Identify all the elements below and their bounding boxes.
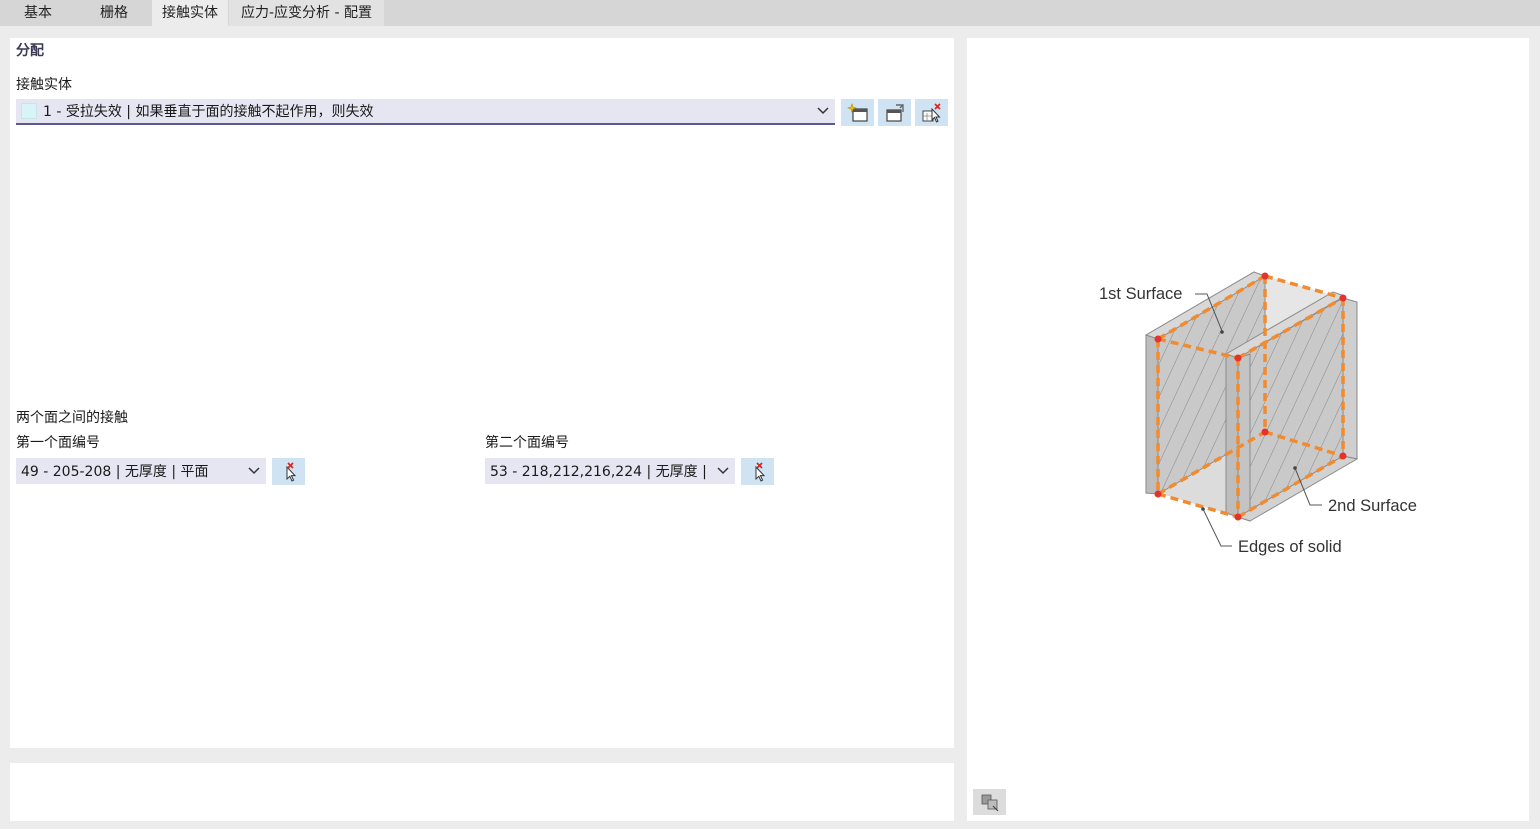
first-surface-label: 第一个面编号 (16, 435, 100, 451)
pick-from-model-icon (755, 461, 765, 482)
comment-panel[interactable] (10, 763, 954, 821)
new-item-icon (846, 102, 868, 122)
tab-mesh[interactable]: 栅格 (76, 0, 152, 26)
second-plate-front-edge (1237, 353, 1251, 522)
color-swatch (21, 103, 37, 119)
first-surface-value: 49 - 205-208 | 无厚度 | 平面 (21, 464, 209, 480)
contact-solid-select[interactable]: 1 - 受拉失效 | 如果垂直于面的接触不起作用，则失效 (16, 99, 835, 125)
contact-between-label: 两个面之间的接触 (16, 410, 128, 426)
chevron-down-icon[interactable] (811, 99, 835, 123)
chevron-down-icon[interactable] (711, 458, 735, 484)
figure-options-button[interactable] (973, 789, 1006, 815)
tab-contact-solid[interactable]: 接触实体 (152, 0, 228, 26)
first-surface-caption: 1st Surface (1099, 285, 1182, 303)
pick-from-model-icon (286, 461, 296, 482)
contact-solid-label: 接触实体 (16, 77, 72, 93)
second-plate-right-edge (1342, 297, 1358, 460)
edit-item-button[interactable] (878, 99, 911, 126)
first-surface-select[interactable]: 49 - 205-208 | 无厚度 | 平面 (16, 458, 266, 484)
figure-options-icon (981, 794, 998, 812)
tab-stress-strain-config[interactable]: 应力-应变分析 - 配置 (229, 0, 384, 26)
edit-item-icon (885, 103, 904, 122)
contact-solid-diagram: 1st Surface 2nd Surface Edges of solid (1099, 271, 1417, 556)
pick-delete-button[interactable] (915, 99, 948, 126)
contact-solid-value: 1 - 受拉失效 | 如果垂直于面的接触不起作用，则失效 (43, 104, 374, 120)
new-item-button[interactable] (841, 99, 874, 126)
section-title: 分配 (16, 43, 44, 59)
second-surface-value: 53 - 218,212,216,224 | 无厚度 | ... (490, 464, 711, 480)
first-plate-edge (1145, 334, 1159, 495)
tab-basic[interactable]: 基本 (0, 0, 76, 26)
chevron-down-icon[interactable] (242, 458, 266, 484)
second-surface-caption: 2nd Surface (1328, 497, 1417, 515)
pick-delete-icon (922, 102, 941, 123)
second-surface-select[interactable]: 53 - 218,212,216,224 | 无厚度 | ... (485, 458, 735, 484)
assignment-panel (10, 38, 954, 748)
second-surface-label: 第二个面编号 (485, 435, 569, 451)
pick-second-surface-button[interactable] (741, 458, 774, 485)
pick-first-surface-button[interactable] (272, 458, 305, 485)
tab-bar: 基本 栅格 接触实体 应力-应变分析 - 配置 (0, 0, 1540, 26)
second-plate-edge (1225, 353, 1239, 518)
edges-caption: Edges of solid (1238, 538, 1342, 556)
